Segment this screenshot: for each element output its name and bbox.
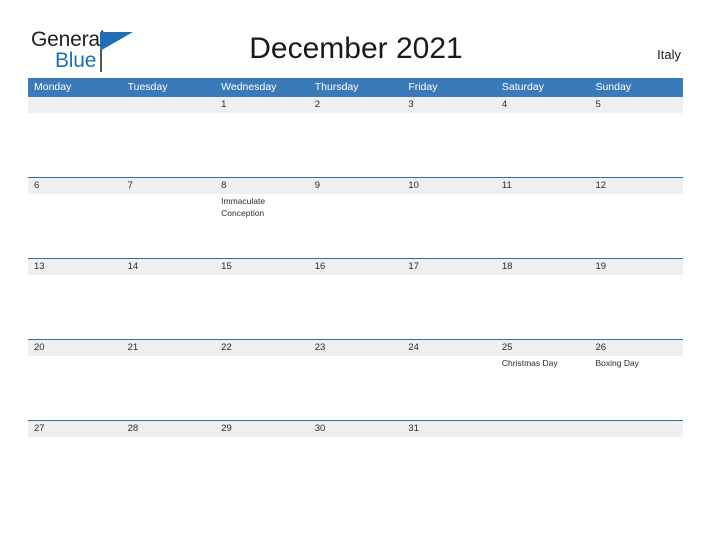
day-event: [402, 356, 496, 420]
day-number[interactable]: 31: [402, 421, 496, 437]
page-title: December 2021: [249, 32, 463, 65]
day-number[interactable]: 13: [28, 259, 122, 275]
day-number[interactable]: 2: [309, 97, 403, 113]
day-number[interactable]: 15: [215, 259, 309, 275]
week-event-band: [28, 275, 683, 339]
day-event: [122, 437, 216, 465]
page-header: General Blue December 2021 Italy: [0, 0, 712, 78]
week-row: 13 14 15 16 17 18 19: [28, 258, 683, 339]
weekday-header-tuesday: Tuesday: [127, 81, 168, 93]
day-number[interactable]: [589, 421, 683, 437]
day-number[interactable]: 18: [496, 259, 590, 275]
day-event: [122, 275, 216, 339]
day-number[interactable]: 17: [402, 259, 496, 275]
week-date-band: 1 2 3 4 5: [28, 97, 683, 113]
day-event: [589, 194, 683, 258]
day-event: [309, 194, 403, 258]
day-number[interactable]: 26: [589, 340, 683, 356]
calendar-page: General Blue December 2021 Italy Monday …: [0, 0, 712, 550]
day-event: [215, 275, 309, 339]
day-number[interactable]: [496, 421, 590, 437]
week-event-band: [28, 437, 683, 465]
day-event: [215, 113, 309, 177]
day-number[interactable]: 4: [496, 97, 590, 113]
day-number[interactable]: 12: [589, 178, 683, 194]
week-row: 27 28 29 30 31: [28, 420, 683, 465]
week-event-band: Immaculate Conception: [28, 194, 683, 258]
day-number[interactable]: 22: [215, 340, 309, 356]
day-event: [309, 113, 403, 177]
day-event: [589, 275, 683, 339]
day-number[interactable]: 19: [589, 259, 683, 275]
day-number[interactable]: 3: [402, 97, 496, 113]
day-event: [309, 356, 403, 420]
day-event: [122, 356, 216, 420]
day-event: [496, 275, 590, 339]
day-event: [309, 275, 403, 339]
day-event: [402, 194, 496, 258]
week-date-band: 6 7 8 9 10 11 12: [28, 178, 683, 194]
day-number[interactable]: 1: [215, 97, 309, 113]
day-number[interactable]: 25: [496, 340, 590, 356]
weekday-header-saturday: Saturday: [501, 81, 544, 93]
day-number[interactable]: 16: [309, 259, 403, 275]
week-row: 20 21 22 23 24 25 26 Christmas Day Boxin…: [28, 339, 683, 420]
day-number[interactable]: 30: [309, 421, 403, 437]
day-event: [28, 356, 122, 420]
week-event-band: Christmas Day Boxing Day: [28, 356, 683, 420]
day-event: [402, 437, 496, 465]
day-event: [28, 194, 122, 258]
weekday-header-friday: Friday: [408, 81, 438, 93]
day-event: [28, 113, 122, 177]
day-event: [309, 437, 403, 465]
week-row: 1 2 3 4 5: [28, 97, 683, 177]
weekday-header-row: Monday Tuesday Wednesday Thursday Friday…: [28, 78, 683, 97]
day-event: [28, 275, 122, 339]
weekday-header-sunday: Sunday: [595, 81, 632, 93]
day-number[interactable]: 24: [402, 340, 496, 356]
country-label: Italy: [657, 47, 681, 62]
day-event: [496, 113, 590, 177]
day-number[interactable]: 9: [309, 178, 403, 194]
week-date-band: 27 28 29 30 31: [28, 421, 683, 437]
day-event: [589, 437, 683, 465]
week-date-band: 20 21 22 23 24 25 26: [28, 340, 683, 356]
day-number[interactable]: 29: [215, 421, 309, 437]
day-event: [402, 113, 496, 177]
day-number[interactable]: 21: [122, 340, 216, 356]
day-event: [122, 113, 216, 177]
day-number[interactable]: [28, 97, 122, 113]
weekday-header-monday: Monday: [34, 81, 72, 93]
day-event: [215, 437, 309, 465]
day-event: [589, 113, 683, 177]
day-event: Boxing Day: [595, 358, 639, 368]
day-number[interactable]: 8: [215, 178, 309, 194]
day-number[interactable]: 20: [28, 340, 122, 356]
day-number[interactable]: 11: [496, 178, 590, 194]
day-event: [28, 437, 122, 465]
day-event: Christmas Day: [501, 358, 558, 368]
weekday-header-thursday: Thursday: [314, 81, 359, 93]
day-number[interactable]: 28: [122, 421, 216, 437]
day-number[interactable]: 5: [589, 97, 683, 113]
week-date-band: 13 14 15 16 17 18 19: [28, 259, 683, 275]
weekday-header-wednesday: Wednesday: [221, 81, 277, 93]
day-number[interactable]: 6: [28, 178, 122, 194]
week-row: 6 7 8 9 10 11 12 Immaculate Conception: [28, 177, 683, 258]
day-number[interactable]: 23: [309, 340, 403, 356]
day-number[interactable]: 7: [122, 178, 216, 194]
week-event-band: [28, 113, 683, 177]
day-number[interactable]: 14: [122, 259, 216, 275]
day-number[interactable]: [122, 97, 216, 113]
day-event: [402, 275, 496, 339]
day-event: [215, 356, 309, 420]
day-event: [496, 437, 590, 465]
day-number[interactable]: 27: [28, 421, 122, 437]
day-number[interactable]: 10: [402, 178, 496, 194]
day-event: Immaculate Conception: [221, 196, 266, 218]
calendar-grid: Monday Tuesday Wednesday Thursday Friday…: [28, 78, 683, 465]
day-event: [496, 194, 590, 258]
day-event: [122, 194, 216, 258]
